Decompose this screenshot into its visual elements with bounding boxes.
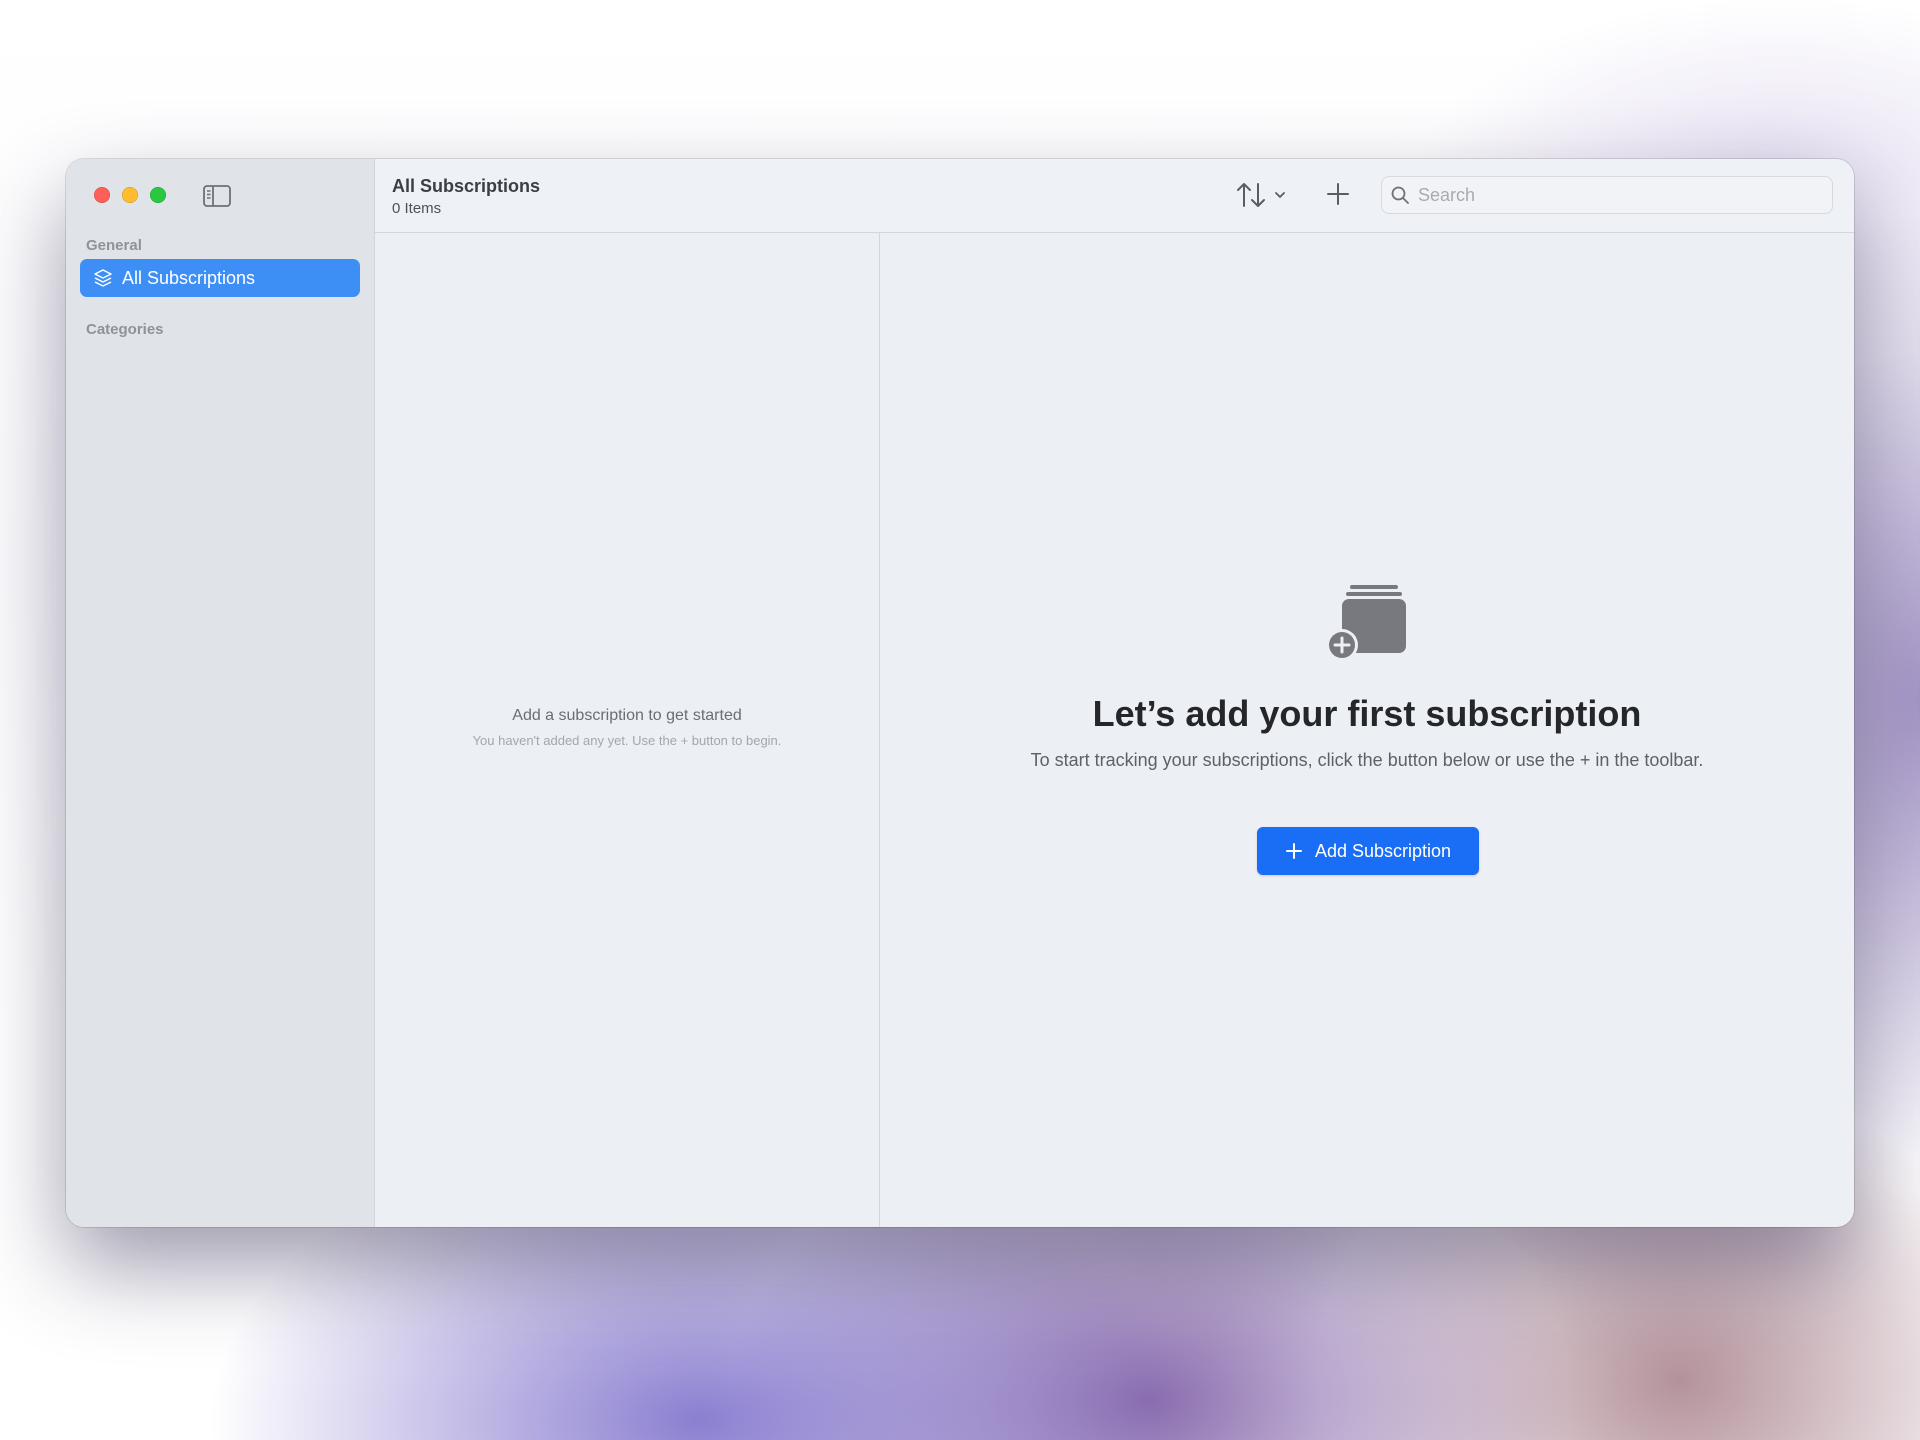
add-subscription-button[interactable]: Add Subscription [1257, 827, 1479, 875]
search-input[interactable] [1416, 183, 1820, 207]
plus-icon [1285, 842, 1303, 860]
page-title: All Subscriptions [392, 176, 541, 196]
sidebar-item-label: All Subscriptions [122, 267, 256, 288]
add-subscription-stack-icon [1324, 583, 1414, 663]
sort-button[interactable] [1235, 179, 1291, 211]
section-label-categories: Categories [86, 321, 164, 338]
minimize-window-button[interactable] [122, 187, 138, 203]
sort-arrows-icon [1237, 183, 1285, 207]
item-count: 0 Items [392, 200, 442, 217]
empty-state-title: Let’s add your first subscription [1092, 693, 1642, 734]
content-area: Add a subscription to get started You ha… [375, 233, 1854, 1227]
list-empty-state: Add a subscription to get started You ha… [375, 707, 879, 748]
close-window-button[interactable] [94, 187, 110, 203]
empty-state-subtitle: To start tracking your subscriptions, cl… [1030, 750, 1704, 770]
search-field[interactable] [1381, 176, 1833, 214]
list-empty-subtitle: You haven't added any yet. Use the + but… [472, 733, 782, 748]
plus-icon [1327, 183, 1349, 205]
search-icon [1390, 185, 1410, 205]
add-toolbar-button[interactable] [1323, 179, 1353, 209]
window-controls [94, 187, 166, 203]
sidebar-item-all-subscriptions[interactable]: All Subscriptions [80, 259, 360, 297]
detail-pane: Let’s add your first subscription To sta… [880, 233, 1854, 1227]
main-area: All Subscriptions 0 Items Search Add a s… [375, 159, 1854, 1227]
sidebar: General All Subscriptions Categories [66, 159, 375, 1227]
sidebar-toggle-icon[interactable] [202, 184, 232, 208]
add-subscription-label: Add Subscription [1314, 840, 1452, 861]
stack-layers-icon [92, 267, 114, 289]
section-label-general: General [86, 237, 142, 254]
zoom-window-button[interactable] [150, 187, 166, 203]
app-window: General All Subscriptions Categories All… [66, 159, 1854, 1227]
list-empty-title: Add a subscription to get started [512, 707, 742, 724]
subscription-list-pane: Add a subscription to get started You ha… [375, 233, 880, 1227]
toolbar: All Subscriptions 0 Items [375, 159, 1854, 233]
